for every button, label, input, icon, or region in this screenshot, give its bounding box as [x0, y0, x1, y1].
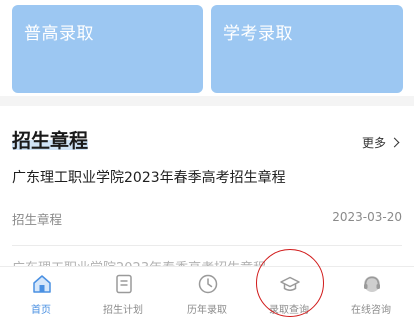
- more-label: 更多: [361, 136, 386, 150]
- article-date: 2023-03-20: [332, 210, 402, 224]
- list-divider: [12, 245, 402, 246]
- tab-admission-query[interactable]: 录取查询: [248, 267, 330, 318]
- article-title[interactable]: 广东理工职业学院2023年春季高考招生章程: [12, 167, 286, 187]
- general-admission-card[interactable]: 普高录取: [12, 5, 203, 93]
- general-admission-label: 普高录取: [24, 24, 94, 44]
- graduation-cap-icon: [280, 276, 300, 291]
- section-title: 招生章程: [12, 130, 89, 152]
- clock-icon: [198, 274, 218, 294]
- tab-enrollment-plan-label: 招生计划: [103, 305, 143, 316]
- tab-past-admissions-label: 历年录取: [187, 305, 227, 316]
- tab-home[interactable]: 首页: [0, 267, 82, 318]
- app-page: 普高录取 学考录取 招生章程 更多 广东理工职业学院2023年春季高考招生章程 …: [0, 0, 414, 318]
- tab-past-admissions[interactable]: 历年录取: [166, 267, 248, 318]
- admission-cards: 普高录取 学考录取: [0, 0, 414, 96]
- bottom-tab-bar: 首页 招生计划 历年录取 录取查询 在线咨询: [0, 266, 414, 318]
- section-separator: [0, 96, 414, 106]
- document-icon: [116, 274, 132, 294]
- tab-online-consult[interactable]: 在线咨询: [330, 267, 412, 318]
- tab-admission-query-label: 录取查询: [269, 305, 309, 316]
- tab-enrollment-plan[interactable]: 招生计划: [82, 267, 164, 318]
- tab-home-label: 首页: [31, 305, 51, 316]
- chevron-right-icon: [389, 137, 400, 148]
- academic-test-admission-card[interactable]: 学考录取: [211, 5, 403, 93]
- headset-icon: [364, 276, 380, 292]
- home-icon: [33, 275, 51, 293]
- academic-test-admission-label: 学考录取: [223, 24, 293, 44]
- tab-online-consult-label: 在线咨询: [351, 305, 391, 316]
- article-tag: 招生章程: [12, 212, 63, 227]
- more-link[interactable]: 更多: [361, 134, 400, 151]
